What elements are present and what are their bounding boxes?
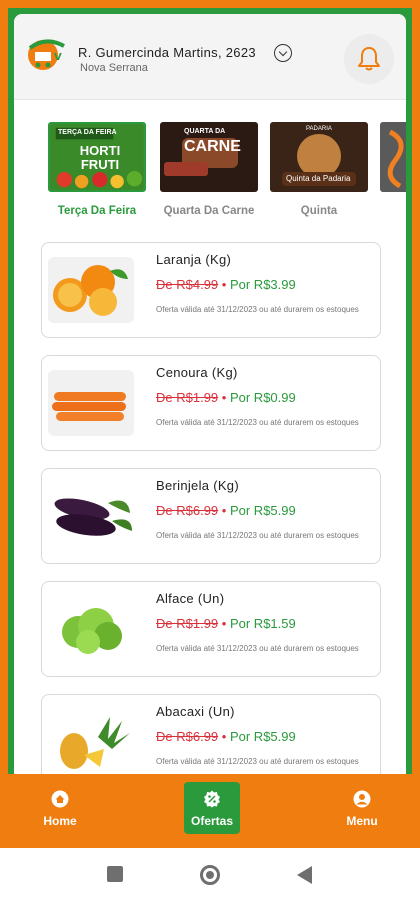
product-price: De R$4.99 • Por R$3.99 [156, 277, 296, 292]
offer-validity: Oferta válida até 31/12/2023 ou até dura… [156, 305, 359, 314]
product-name: Laranja (Kg) [156, 252, 232, 267]
category-thumb-partial [380, 122, 406, 192]
new-price: Por R$5.99 [229, 503, 296, 518]
offer-validity: Oferta válida até 31/12/2023 ou até dura… [156, 531, 359, 540]
nav-menu[interactable]: Menu [312, 774, 412, 848]
category-carousel[interactable]: TERÇA DA FEIRA HORTI FRUTI Terça Da Feir… [44, 122, 406, 232]
new-price: Por R$1.59 [229, 616, 296, 631]
category-label: Terça Da Feira [57, 205, 137, 217]
product-price: De R$6.99 • Por R$5.99 [156, 503, 296, 518]
discount-badge-icon [204, 790, 220, 808]
category-quinta[interactable]: PADARIA Quinta da Padaria Quinta [270, 122, 368, 217]
chevron-down-icon[interactable] [274, 44, 292, 62]
category-thumb-main-text: HORTI FRUTI [79, 143, 121, 172]
nav-home-label: Home [43, 814, 77, 828]
product-price: De R$1.99 • Por R$0.99 [156, 390, 296, 405]
bottom-nav: Home Ofertas Menu [8, 774, 412, 848]
product-card[interactable]: Berinjela (Kg) De R$6.99 • Por R$5.99 Of… [41, 468, 381, 564]
android-system-bar [0, 848, 420, 900]
price-separator: • [221, 503, 227, 518]
old-price: De R$6.99 [156, 729, 219, 744]
category-thumb-hortifruti: TERÇA DA FEIRA HORTI FRUTI [48, 122, 146, 192]
lettuce-icon [48, 596, 134, 662]
price-separator: • [221, 277, 227, 292]
category-partial[interactable] [380, 122, 406, 192]
category-thumb-main-text: Quinta da Padaria [286, 174, 351, 183]
category-label: Quarta Da Carne [163, 205, 255, 217]
notifications-button[interactable] [344, 34, 394, 84]
product-name: Cenoura (Kg) [156, 365, 238, 380]
new-price: Por R$3.99 [229, 277, 296, 292]
offer-validity: Oferta válida até 31/12/2023 ou até dura… [156, 418, 359, 427]
nav-menu-label: Menu [346, 814, 378, 828]
offer-validity: Oferta válida até 31/12/2023 ou até dura… [156, 644, 359, 653]
offer-validity: Oferta válida até 31/12/2023 ou até dura… [156, 757, 359, 766]
home-icon [51, 790, 69, 808]
product-name: Abacaxi (Un) [156, 704, 235, 719]
category-thumb-carne: QUARTA DA CARNE [160, 122, 258, 192]
product-card[interactable]: Cenoura (Kg) De R$1.99 • Por R$0.99 Ofer… [41, 355, 381, 451]
price-separator: • [221, 616, 227, 631]
new-price: Por R$5.99 [229, 729, 296, 744]
nav-ofertas-label: Ofertas [190, 814, 234, 828]
recent-apps-icon[interactable] [107, 866, 123, 882]
product-price: De R$6.99 • Por R$5.99 [156, 729, 296, 744]
category-label: Quinta [300, 205, 338, 217]
old-price: De R$6.99 [156, 503, 219, 518]
old-price: De R$1.99 [156, 390, 219, 405]
old-price: De R$1.99 [156, 616, 219, 631]
user-icon [353, 790, 371, 808]
product-name: Berinjela (Kg) [156, 478, 239, 493]
price-separator: • [221, 729, 227, 744]
eggplant-icon [48, 483, 134, 549]
store-logo: V [28, 39, 65, 70]
category-thumb-top-text: TERÇA DA FEIRA [58, 129, 117, 136]
product-card[interactable]: Abacaxi (Un) De R$6.99 • Por R$5.99 Ofer… [41, 694, 381, 774]
bell-icon [358, 47, 380, 71]
product-card[interactable]: Alface (Un) De R$1.99 • Por R$1.59 Ofert… [41, 581, 381, 677]
delivery-city: Nova Serrana [80, 62, 148, 74]
product-card[interactable]: Laranja (Kg) De R$4.99 • Por R$3.99 Ofer… [41, 242, 381, 338]
category-thumb-main-text: CARNE [184, 138, 241, 155]
category-quarta-da-carne[interactable]: QUARTA DA CARNE Quarta Da Carne [160, 122, 258, 217]
category-thumb-top-text: PADARIA [306, 126, 332, 132]
header: V R. Gumercinda Martins, 2623 Nova Serra… [14, 14, 406, 100]
home-system-icon[interactable] [200, 865, 220, 885]
category-terca-da-feira[interactable]: TERÇA DA FEIRA HORTI FRUTI Terça Da Feir… [48, 122, 146, 217]
delivery-address[interactable]: R. Gumercinda Martins, 2623 [78, 45, 256, 60]
svg-text:V: V [54, 52, 62, 63]
category-thumb-top-text: QUARTA DA [184, 128, 226, 135]
product-price: De R$1.99 • Por R$1.59 [156, 616, 296, 631]
pineapple-icon [48, 709, 134, 774]
category-thumb-padaria: PADARIA Quinta da Padaria [270, 122, 368, 192]
old-price: De R$4.99 [156, 277, 219, 292]
app-screen: V R. Gumercinda Martins, 2623 Nova Serra… [14, 14, 406, 774]
product-name: Alface (Un) [156, 591, 225, 606]
nav-home[interactable]: Home [10, 774, 110, 848]
price-separator: • [221, 390, 227, 405]
new-price: Por R$0.99 [229, 390, 296, 405]
back-icon[interactable] [297, 866, 312, 884]
carrot-icon [48, 370, 134, 436]
orange-fruit-icon [48, 257, 134, 323]
nav-ofertas[interactable]: Ofertas [184, 782, 240, 834]
